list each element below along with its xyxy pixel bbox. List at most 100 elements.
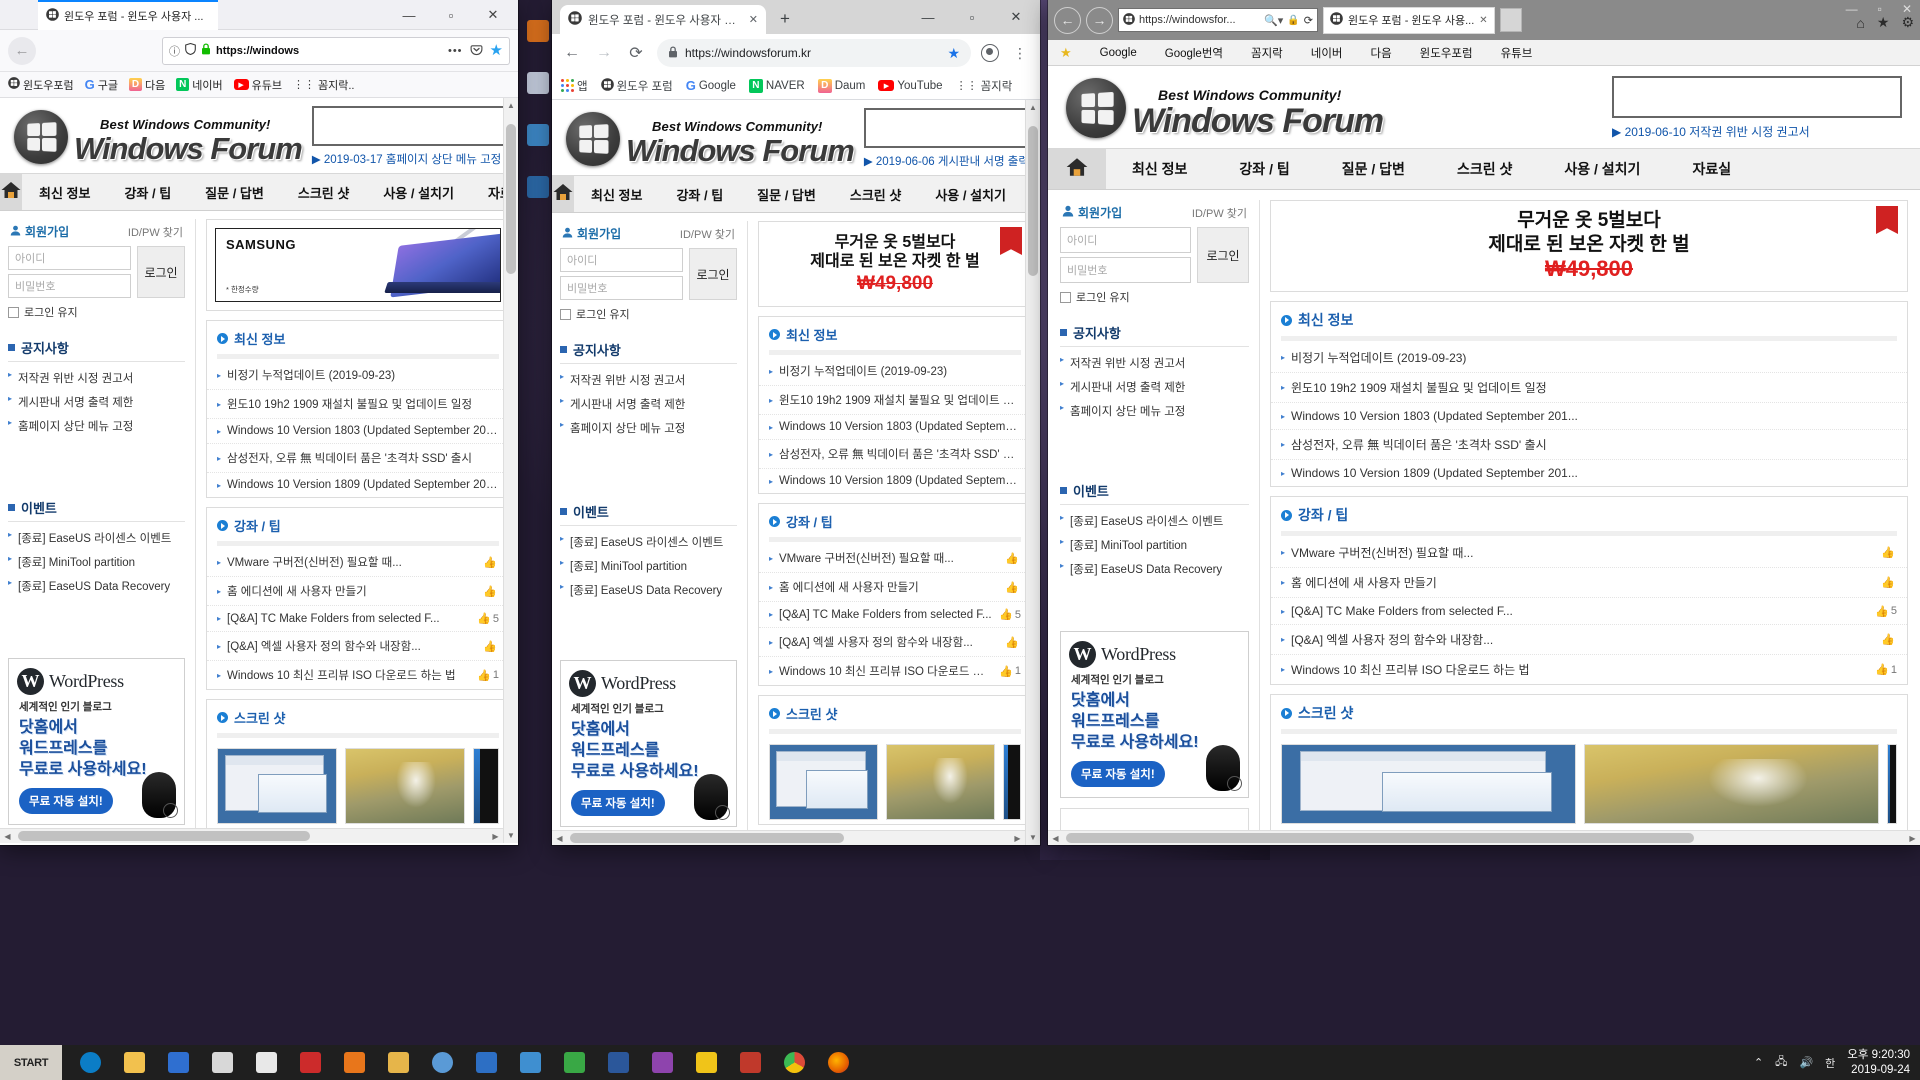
favorite-item[interactable]: Google번역 [1165, 45, 1223, 61]
info-icon[interactable]: ⓘ [169, 43, 180, 59]
wordpress-ad-banner[interactable]: WordPress 세계적인 인기 블로그 닷홈에서 워드프레스를 무료로 사용… [560, 660, 737, 827]
list-item[interactable]: ▸ 비정기 누적업데이트 (2019-09-23) [207, 361, 509, 390]
star-icon[interactable]: ★ [1877, 14, 1890, 31]
desktop-icon[interactable] [527, 176, 549, 198]
nav-home-button[interactable] [1048, 149, 1106, 189]
favorite-item[interactable]: 유튜브 [1501, 45, 1533, 61]
nav-item-0[interactable]: 최신 정보 [1106, 149, 1213, 189]
nav-item-2[interactable]: 질문 / 답변 [188, 174, 281, 210]
page-horizontal-scrollbar[interactable]: ◀ ▶ [552, 830, 1025, 845]
site-navbar[interactable]: 최신 정보 강좌 / 팁 질문 / 답변 스크린 샷 사용 / 설치기 자료실 … [552, 175, 1040, 213]
list-item[interactable]: ▸ VMware 구버전(신버전) 필요할 때... 👍 [759, 544, 1031, 573]
list-item[interactable]: ▸ 홈 에디션에 새 사용자 만들기 👍 [1271, 568, 1907, 598]
lock-icon[interactable] [668, 45, 678, 61]
find-idpw-link[interactable]: ID/PW 찾기 [1192, 205, 1247, 221]
bookmark-item[interactable]: ▶ 유듀브 [233, 77, 282, 93]
gear-icon[interactable]: ⚙ [1901, 14, 1914, 31]
reload-icon[interactable]: ⟳ [625, 42, 647, 64]
site-search-box[interactable] [1612, 76, 1902, 118]
page-horizontal-scrollbar[interactable]: ◀ ▶ [0, 828, 503, 843]
jacket-ad-banner[interactable]: 무거운 옷 5벌보다 제대로 된 보온 자켓 한 벌 ₩49,800 [758, 221, 1032, 307]
ie-new-tab-button[interactable] [1499, 8, 1522, 32]
nav-item-3[interactable]: 스크린 샷 [1431, 149, 1538, 189]
taskbar-clock[interactable]: 오후 9:20:30 2019-09-24 [1847, 1048, 1910, 1077]
refresh-icon[interactable]: ⟳ [1304, 14, 1313, 27]
scrollbar-thumb[interactable] [1066, 833, 1694, 843]
password-input[interactable]: 비밀번호 [560, 276, 683, 300]
bookmark-item[interactable]: D 다음 [128, 77, 165, 93]
bookmark-item[interactable]: ▶ YouTube [878, 80, 943, 92]
bookmark-item[interactable]: N 네이버 [176, 77, 223, 93]
chrome-address-bar[interactable]: https://windowsforum.kr ★ [657, 39, 971, 67]
favorite-item[interactable]: Google [1100, 47, 1137, 59]
login-form[interactable]: 아이디 비밀번호 로그인 [560, 248, 737, 300]
taskbar-item-paint[interactable] [684, 1045, 728, 1080]
taskbar-item-media[interactable] [640, 1045, 684, 1080]
list-item[interactable]: ▸ Windows 10 Version 1803 (Updated Septem… [1271, 403, 1907, 430]
nav-item-1[interactable]: 강좌 / 팁 [659, 176, 740, 212]
desktop-icon[interactable] [527, 20, 549, 42]
bookmark-item[interactable]: 윈도우 포럼 [600, 77, 673, 94]
ie-tab-close-button[interactable]: ✕ [1479, 15, 1487, 26]
site-header-notice[interactable]: ▶ 2019-06-10 저작권 위반 시정 권고서 [1612, 123, 1810, 140]
wordpress-ad-cta-button[interactable]: 무료 자동 설치! [1071, 760, 1165, 787]
taskbar-item-floppy-save[interactable] [156, 1045, 200, 1080]
firefox-navigation-bar[interactable]: ← ⓘ https://windows ••• ★ [0, 30, 518, 72]
ie-favorites-bar[interactable]: ★ Google Google번역 꼼지락 네이버 다음 윈도우포럼 유튜브 [1048, 40, 1920, 66]
scroll-right-arrow[interactable]: ▶ [1010, 831, 1025, 845]
nav-item-3[interactable]: 스크린 샷 [833, 176, 918, 212]
chrome-apps-button[interactable]: 앱 [561, 78, 588, 94]
login-button[interactable]: 로그인 [1197, 227, 1249, 283]
screenshot-item[interactable] [1003, 744, 1021, 820]
sidebar-event-item[interactable]: [종료] MiniTool partition [8, 550, 185, 574]
firefox-tab[interactable]: 윈도우 포럼 - 윈도우 사용자 ... [38, 0, 218, 30]
volume-icon[interactable]: 🔊 [1799, 1056, 1813, 1069]
zoom-icon[interactable] [1227, 775, 1242, 791]
internet-explorer-window[interactable]: ← → https://windowsfor... 🔍▾ 🔒 ⟳ 윈도우 포럼 … [1048, 0, 1920, 845]
sidebar-event-item[interactable]: [종료] EaseUS Data Recovery [560, 578, 737, 602]
sidebar-notice-item[interactable]: 게시판내 서명 출력 제한 [1060, 375, 1249, 399]
search-dropdown-icon[interactable]: 🔍▾ [1264, 14, 1283, 27]
taskbar-item-chrome[interactable] [772, 1045, 816, 1080]
page-vertical-scrollbar[interactable]: ▲ ▼ [1025, 100, 1040, 845]
taskbar-item-folder[interactable] [376, 1045, 420, 1080]
ie-toolbar[interactable]: ← → https://windowsfor... 🔍▾ 🔒 ⟳ 윈도우 포럼 … [1048, 0, 1920, 40]
sidebar-notice-item[interactable]: 게시판내 서명 출력 제한 [560, 392, 737, 416]
chrome-new-tab-button[interactable]: + [780, 10, 790, 27]
sidebar-notice-item[interactable]: 저작권 위반 시정 권고서 [560, 368, 737, 392]
login-form[interactable]: 아이디 비밀번호 로그인 [1060, 227, 1249, 283]
sidebar-event-item[interactable]: [종료] MiniTool partition [560, 554, 737, 578]
keep-login-checkbox[interactable] [560, 308, 571, 320]
chrome-tab[interactable]: 윈도우 포럼 - 윈도우 사용자 모... ✕ [560, 5, 766, 34]
screenshot-thumbnail[interactable] [345, 748, 465, 824]
bookmark-item[interactable]: D Daum [817, 78, 865, 93]
sidebar-notice-item[interactable]: 저작권 위반 시정 권고서 [1060, 351, 1249, 375]
samsung-ad-banner[interactable]: SAMSUNG * 한정수량 [206, 219, 510, 311]
site-search-box[interactable] [863, 108, 1040, 148]
keep-login-checkbox[interactable] [1060, 291, 1071, 303]
ie-maximize-button[interactable]: ▫ [1878, 2, 1882, 16]
list-item[interactable]: ▸ Windows 10 최신 프리뷰 ISO 다운로드 하는 법 👍 1 [759, 657, 1031, 685]
id-input[interactable]: 아이디 [560, 248, 683, 272]
scroll-right-arrow[interactable]: ▶ [1905, 831, 1920, 845]
find-idpw-link[interactable]: ID/PW 찾기 [128, 224, 183, 240]
signup-link[interactable]: 회원가입 [562, 225, 621, 242]
list-item[interactable]: ▸ [Q&A] 엑셀 사용자 정의 함수와 내장함... 👍 [1271, 625, 1907, 655]
taskbar-item-green-app[interactable] [552, 1045, 596, 1080]
ie-address-bar[interactable]: https://windowsfor... 🔍▾ 🔒 ⟳ [1118, 8, 1318, 32]
list-item[interactable]: ▸ [Q&A] TC Make Folders from selected F..… [1271, 598, 1907, 625]
favorite-item[interactable]: 윈도우포럼 [1420, 45, 1473, 61]
nav-item-4[interactable]: 사용 / 설치기 [918, 176, 1023, 212]
screenshot-item[interactable] [886, 744, 995, 820]
chrome-navigation-bar[interactable]: ← → ⟳ https://windowsforum.kr ★ ⋮ [552, 34, 1040, 72]
nav-home-button[interactable] [0, 174, 22, 210]
ie-command-icons[interactable]: ⌂ ★ ⚙ [1856, 14, 1914, 31]
chrome-minimize-button[interactable]: — [906, 0, 950, 34]
taskbar-item-word[interactable] [596, 1045, 640, 1080]
list-item[interactable]: ▸ 삼성전자, 오류 無 빅데이터 품은 '초격차 SSD' 출시 [207, 444, 509, 473]
sidebar-event-item[interactable]: [종료] EaseUS Data Recovery [8, 574, 185, 598]
nav-home-button[interactable] [552, 176, 574, 212]
taskbar-item-knife[interactable] [288, 1045, 332, 1080]
lock-icon[interactable] [201, 43, 211, 58]
list-item[interactable]: ▸ Windows 10 최신 프리뷰 ISO 다운로드 하는 법 👍 1 [207, 661, 509, 689]
